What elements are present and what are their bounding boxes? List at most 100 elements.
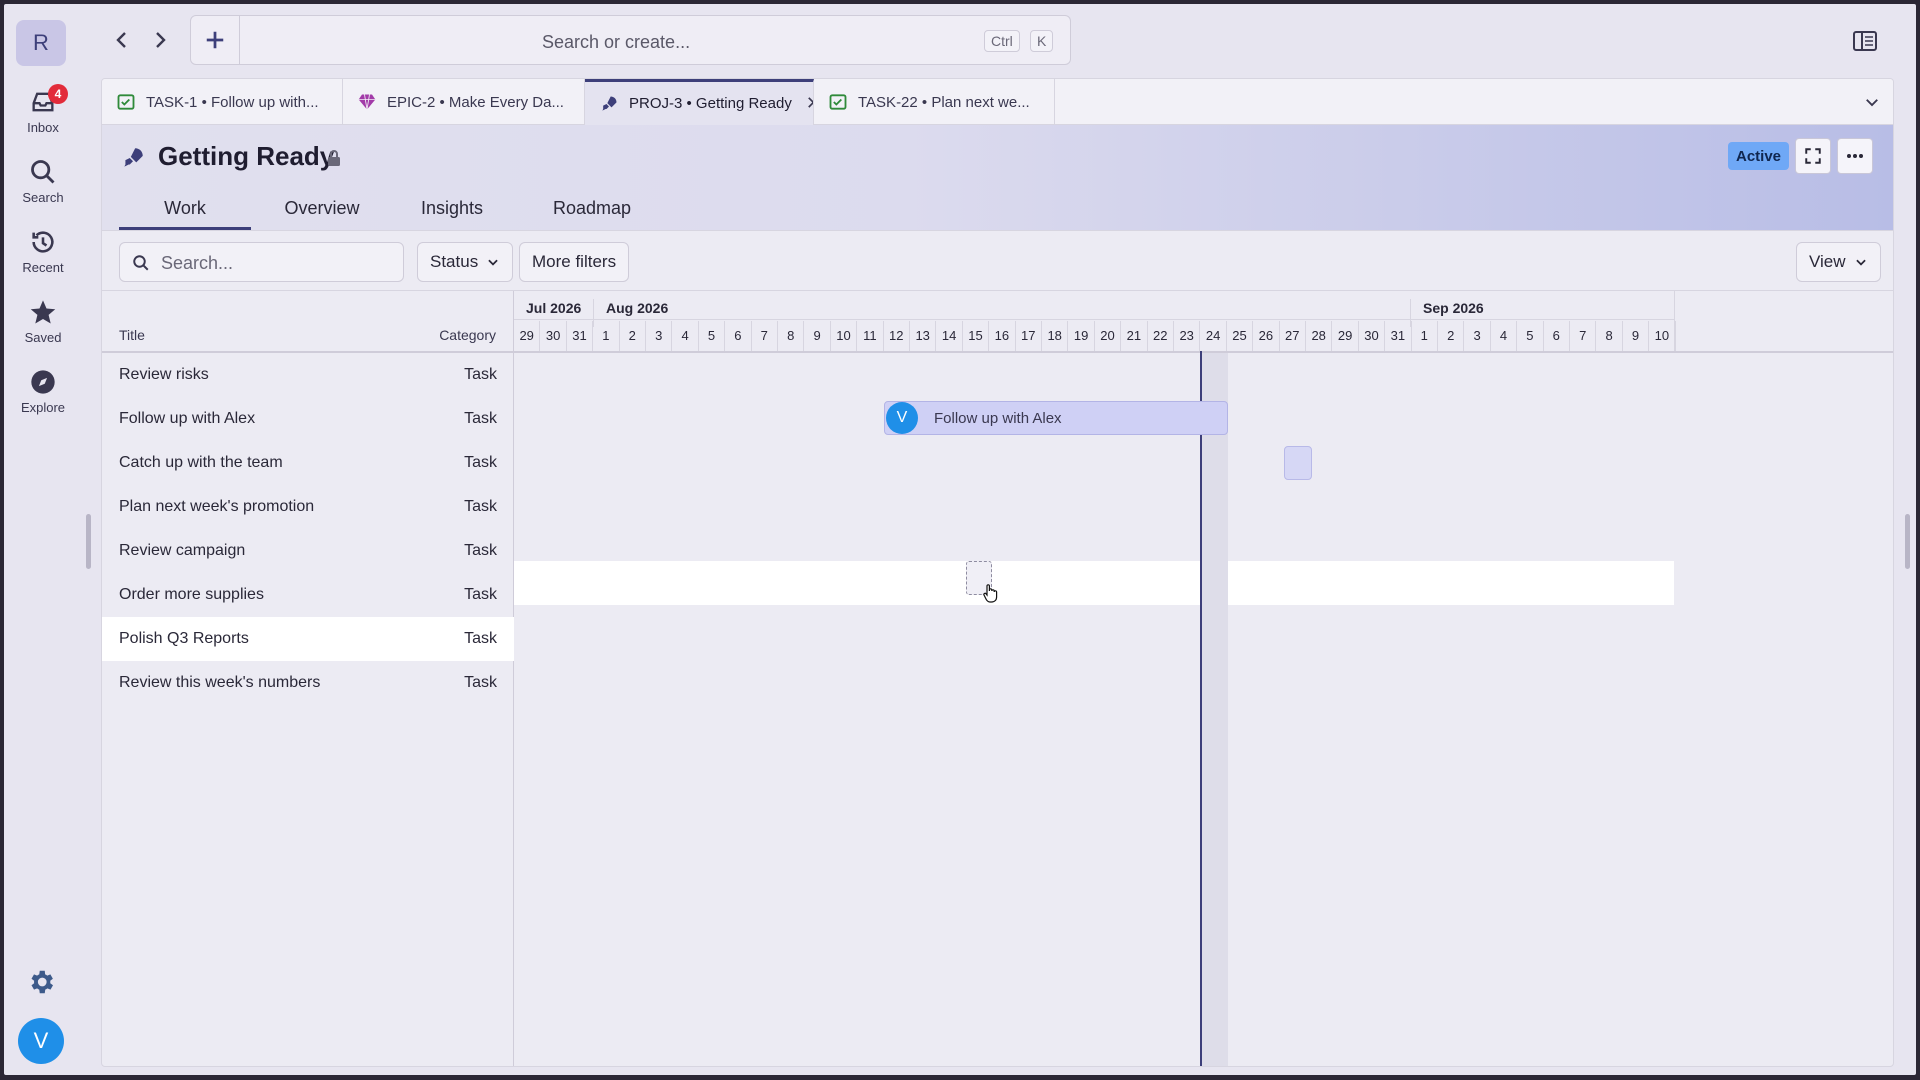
day-header: 10 — [1649, 321, 1676, 351]
day-header: 14 — [936, 321, 963, 351]
list-item[interactable]: Follow up with Alex Task — [102, 397, 514, 441]
timeline-header-divider — [514, 351, 1893, 353]
tab-task-1[interactable]: TASK-1 • Follow up with... — [102, 79, 343, 125]
day-header: 1 — [1412, 321, 1438, 351]
settings-gear-icon[interactable] — [26, 967, 56, 997]
task-category: Task — [464, 542, 497, 559]
back-arrow-icon[interactable] — [110, 28, 134, 52]
day-header: 5 — [1517, 321, 1544, 351]
today-column-shade — [1202, 351, 1228, 1066]
create-button[interactable] — [190, 15, 240, 65]
workspace-avatar[interactable]: R — [16, 20, 66, 66]
search-icon — [133, 255, 149, 271]
today-marker — [1200, 351, 1202, 1066]
task-category: Task — [464, 498, 497, 515]
more-filters-button[interactable]: More filters — [519, 242, 630, 282]
main-panel: TASK-1 • Follow up with... EPIC-2 • Make… — [101, 78, 1894, 1067]
shortcut-key-k: K — [1030, 30, 1054, 52]
rail-resize-handle[interactable] — [86, 514, 91, 569]
day-header: 20 — [1095, 321, 1122, 351]
panel-toggle-icon[interactable] — [1852, 30, 1878, 52]
close-tab-icon[interactable]: ✕ — [806, 93, 813, 114]
subtab-insights[interactable]: Insights — [402, 192, 502, 230]
tab-task-22[interactable]: TASK-22 • Plan next we... — [814, 79, 1055, 125]
column-header-title[interactable]: Title — [119, 327, 145, 343]
more-options-button[interactable] — [1837, 138, 1873, 174]
tab-strip: TASK-1 • Follow up with... EPIC-2 • Make… — [102, 79, 1893, 125]
view-button[interactable]: View — [1796, 242, 1881, 282]
day-header: 28 — [1306, 321, 1333, 351]
work-search-placeholder: Search... — [161, 253, 234, 273]
timeline-end-divider — [1674, 291, 1675, 351]
day-header: 6 — [725, 321, 752, 351]
task-category: Task — [464, 454, 497, 471]
day-header: 18 — [1042, 321, 1069, 351]
forward-arrow-icon[interactable] — [148, 28, 172, 52]
day-header: 24 — [1200, 321, 1227, 351]
work-search-input[interactable]: Search... — [119, 242, 404, 282]
chevron-down-icon — [1855, 259, 1866, 266]
task-title: Catch up with the team — [119, 454, 283, 471]
day-header: 13 — [910, 321, 937, 351]
task-category: Task — [464, 410, 497, 427]
task-bar-catch-up-with-the-team[interactable] — [1284, 446, 1312, 480]
gem-icon — [358, 94, 376, 110]
rail-item-recent[interactable]: Recent — [12, 220, 74, 282]
project-header: Getting Ready Active Work Overview Insig… — [102, 125, 1893, 230]
filter-toolbar: Search... Status More filters View — [102, 230, 1893, 290]
timeline: Jul 2026 Aug 2026 Sep 2026 29 30 31 1 2 3 4 5 6 7 8 9… — [514, 291, 1893, 1066]
rail-item-inbox[interactable]: Inbox 4 — [12, 80, 74, 142]
list-item[interactable]: Order more supplies Task — [102, 573, 514, 617]
task-title: Plan next week's promotion — [119, 498, 315, 515]
subtab-work[interactable]: Work — [119, 192, 251, 230]
tab-proj-3[interactable]: PROJ-3 • Getting Ready ✕ — [585, 79, 814, 125]
status-badge[interactable]: Active — [1728, 142, 1790, 170]
rail-label: Recent — [22, 259, 64, 275]
list-item[interactable]: Polish Q3 Reports Task — [102, 617, 514, 661]
subtab-overview[interactable]: Overview — [272, 192, 372, 230]
tab-epic-2[interactable]: EPIC-2 • Make Every Da... — [343, 79, 585, 125]
rail-item-explore[interactable]: Explore — [12, 360, 74, 422]
history-icon — [32, 230, 54, 253]
status-filter-button[interactable]: Status — [417, 242, 514, 282]
fullscreen-button[interactable] — [1795, 138, 1831, 174]
tab-label: TASK-22 • Plan next we... — [858, 93, 1030, 111]
compass-icon — [31, 369, 55, 394]
page-title: Getting Ready — [158, 141, 335, 171]
rocket-icon — [602, 96, 617, 111]
rail-label: Explore — [20, 399, 66, 415]
assignee-avatar: V — [886, 402, 918, 434]
panel-resize-handle[interactable] — [1905, 514, 1910, 569]
day-header: 7 — [752, 321, 778, 351]
list-item[interactable]: Catch up with the team Task — [102, 441, 514, 485]
task-bar-follow-up-with-alex[interactable]: V Follow up with Alex — [884, 401, 1228, 435]
day-header: 5 — [699, 321, 726, 351]
user-avatar[interactable]: V — [18, 1018, 64, 1064]
list-item[interactable]: Review campaign Task — [102, 529, 514, 573]
day-header: 16 — [989, 321, 1016, 351]
tab-label: EPIC-2 • Make Every Da... — [387, 93, 564, 111]
global-search-placeholder: Search or create... — [542, 32, 691, 52]
day-header: 1 — [593, 321, 620, 351]
global-search-input[interactable]: Search or create... Ctrl K — [240, 15, 1071, 65]
rail-item-search[interactable]: Search — [12, 150, 74, 212]
plus-icon — [206, 31, 224, 49]
rail-item-saved[interactable]: Saved — [12, 290, 74, 352]
day-header: 31 — [567, 321, 594, 351]
list-item[interactable]: Plan next week's promotion Task — [102, 485, 514, 529]
day-header: 10 — [831, 321, 858, 351]
day-header: 3 — [646, 321, 673, 351]
subtab-roadmap[interactable]: Roadmap — [542, 192, 642, 230]
task-list: Title Category Review risks Task Follow up… — [102, 291, 514, 1066]
star-icon — [30, 299, 56, 324]
chevron-down-icon[interactable] — [1863, 93, 1881, 111]
list-item[interactable]: Review this week's numbers Task — [102, 661, 514, 705]
day-header: 8 — [778, 321, 805, 351]
list-item[interactable]: Review risks Task — [102, 353, 514, 397]
more-filters-label: More filters — [532, 252, 617, 271]
column-header-category[interactable]: Category — [439, 327, 496, 343]
grab-cursor-icon — [983, 584, 998, 603]
task-title: Follow up with Alex — [119, 410, 256, 427]
status-filter-label: Status — [430, 252, 479, 271]
task-category: Task — [464, 630, 497, 647]
